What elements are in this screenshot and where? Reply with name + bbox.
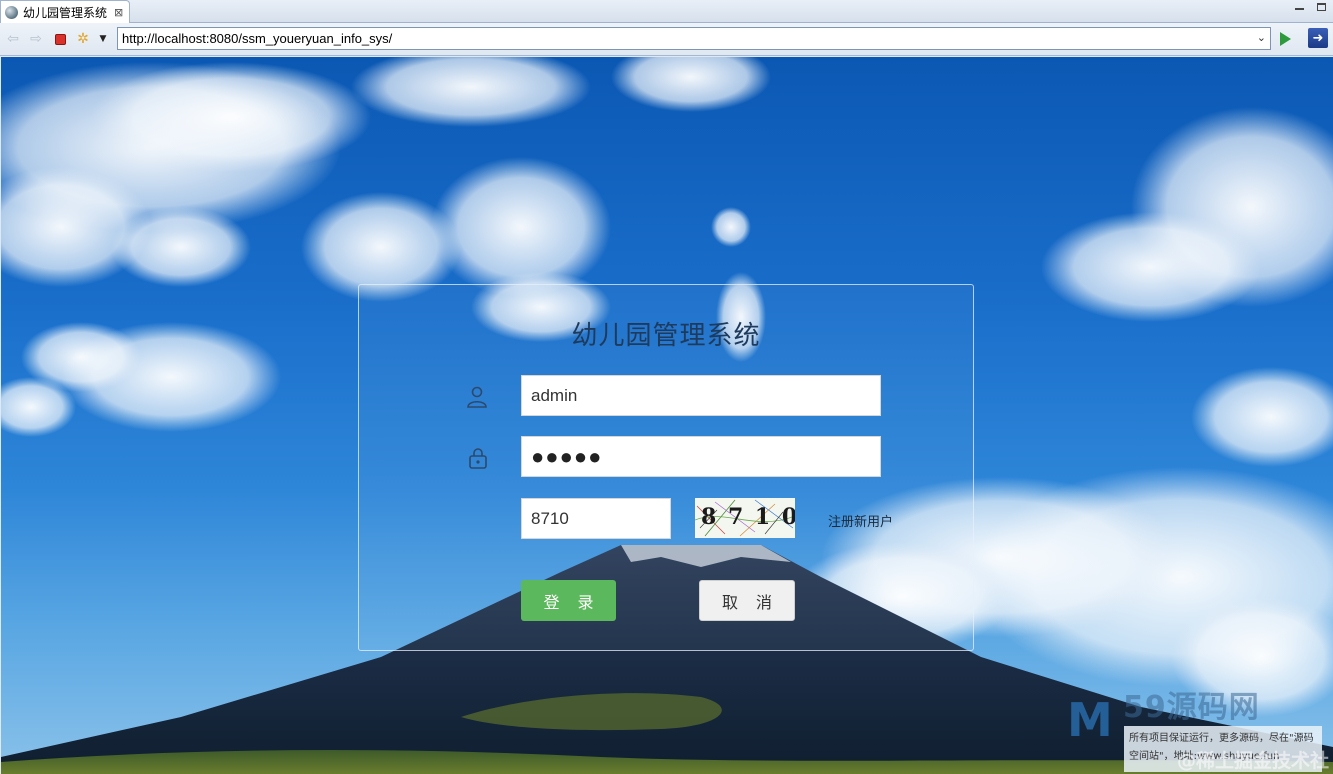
watermark-corner-text: @稀土掘金技术社区 — [1177, 750, 1330, 772]
lock-icon — [469, 448, 487, 469]
globe-icon — [5, 5, 18, 19]
maximize-icon — [1316, 3, 1326, 11]
refresh-icon: ✲ — [77, 31, 89, 47]
browser-tab-bar: 幼儿园管理系统 ⊠ — [0, 0, 1333, 23]
back-arrow-icon: ⇦ — [7, 31, 19, 47]
web-page: 幼儿园管理系统 admin ●●●●● 8710 8 7 1 0 注册新用户 登… — [1, 57, 1333, 774]
back-button[interactable]: ⇦ — [4, 30, 22, 48]
dropdown-arrow-icon: ▼ — [99, 34, 107, 44]
browser-toolbar: ⇦ ⇨ ✲ ▼ http://localhost:8080/ssm_youery… — [0, 23, 1333, 56]
cancel-button[interactable]: 取消 — [699, 580, 795, 621]
refresh-button[interactable]: ✲ — [74, 30, 92, 48]
stop-button[interactable] — [51, 30, 69, 48]
captcha-image[interactable]: 8 7 1 0 — [695, 498, 795, 538]
url-history-chevron-icon[interactable]: ⌄ — [1257, 31, 1266, 44]
forward-arrow-icon: ⇨ — [30, 31, 42, 47]
go-icon[interactable] — [1280, 32, 1291, 46]
password-value: ●●●●● — [531, 443, 603, 469]
tab-title: 幼儿园管理系统 — [23, 5, 108, 20]
address-bar[interactable]: http://localhost:8080/ssm_youeryuan_info… — [117, 27, 1271, 50]
captcha-input[interactable]: 8710 — [521, 498, 671, 539]
watermark-m-icon: M — [1067, 693, 1113, 747]
tab-close-icon[interactable]: ⊠ — [114, 6, 123, 19]
username-value: admin — [531, 385, 578, 405]
exit-icon[interactable]: ➜ — [1308, 28, 1328, 48]
minimize-button[interactable] — [1293, 1, 1305, 13]
username-input[interactable]: admin — [521, 375, 881, 416]
refresh-menu-button[interactable]: ▼ — [94, 30, 112, 48]
password-input[interactable]: ●●●●● — [521, 436, 881, 477]
forward-button[interactable]: ⇨ — [27, 30, 45, 48]
captcha-input-value: 8710 — [531, 508, 569, 528]
watermark-logo-text: 59源码网 — [1123, 690, 1260, 725]
url-text: http://localhost:8080/ssm_youeryuan_info… — [122, 31, 393, 46]
browser-tab[interactable]: 幼儿园管理系统 ⊠ — [0, 0, 130, 23]
page-title: 幼儿园管理系统 — [571, 321, 761, 351]
maximize-button[interactable] — [1315, 1, 1327, 13]
captcha-text: 8 7 1 0 — [701, 504, 795, 530]
user-icon — [467, 386, 487, 408]
window-controls — [1293, 1, 1327, 13]
stop-icon — [54, 33, 66, 45]
login-button[interactable]: 登录 — [521, 580, 616, 621]
minimize-icon — [1294, 7, 1304, 10]
login-panel: 幼儿园管理系统 admin ●●●●● 8710 8 7 1 0 注册新用户 登… — [358, 284, 974, 651]
register-link[interactable]: 注册新用户 — [828, 511, 893, 530]
